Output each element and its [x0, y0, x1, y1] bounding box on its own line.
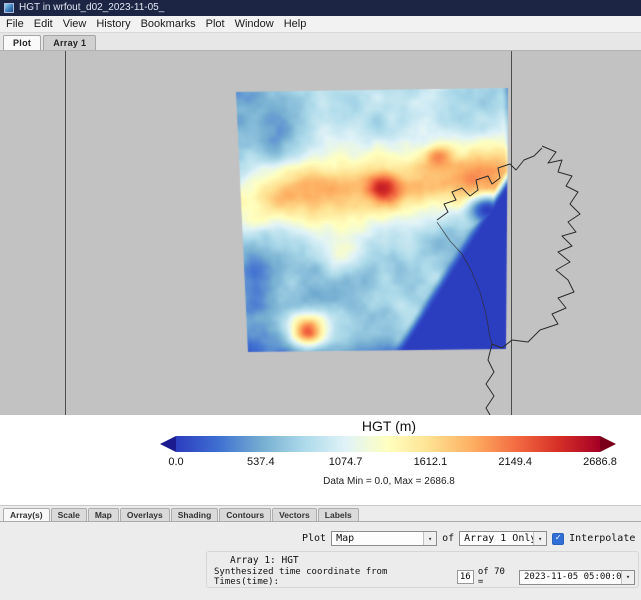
- menu-file[interactable]: File: [1, 18, 29, 30]
- check-icon: ✓: [555, 534, 560, 543]
- interpolate-checkbox[interactable]: ✓: [552, 533, 564, 545]
- menu-plot[interactable]: Plot: [201, 18, 230, 30]
- panel-tab-contours[interactable]: Contours: [219, 508, 271, 521]
- dropdown-arrow-icon: ▾: [423, 532, 436, 545]
- time-value: 2023-11-05 05:00:00: [520, 571, 621, 584]
- array-info: Array 1: HGT: [210, 554, 635, 567]
- panel-tab-label: Overlays: [127, 510, 163, 520]
- menu-history[interactable]: History: [91, 18, 135, 30]
- data-range-note: Data Min = 0.0, Max = 2686.8: [160, 476, 618, 487]
- tab-array-1-label: Array 1: [53, 38, 86, 48]
- colorbar-gradient: [176, 436, 600, 452]
- colorbar-left-arrow: [160, 436, 176, 452]
- of-label: of: [442, 533, 454, 544]
- panel-tab-labels[interactable]: Labels: [318, 508, 359, 521]
- time-index-input[interactable]: [457, 570, 474, 584]
- tab-array-1[interactable]: Array 1: [43, 35, 96, 50]
- colorbar-right-arrow: [600, 436, 616, 452]
- colorbar-tick: 2149.4: [498, 456, 532, 468]
- colorbar-tick: 0.0: [168, 456, 183, 468]
- colorbar-ticks: 0.0 537.4 1074.7 1612.1 2149.4 2686.8: [176, 456, 600, 469]
- app-window: HGT in wrfout_d02_2023-11-05_ File Edit …: [0, 0, 641, 600]
- coastline-path-inmap: [437, 222, 492, 344]
- panel-tab-bar: Array(s) Scale Map Overlays Shading Cont…: [0, 506, 641, 522]
- plot-area[interactable]: [0, 51, 641, 415]
- window-title: HGT in wrfout_d02_2023-11-05_: [19, 0, 164, 16]
- coastline-path-outer: [486, 146, 580, 415]
- panel-tab-overlays[interactable]: Overlays: [120, 508, 170, 521]
- menu-bar: File Edit View History Bookmarks Plot Wi…: [0, 16, 641, 33]
- controls-panel: Array(s) Scale Map Overlays Shading Cont…: [0, 505, 641, 600]
- time-row: Synthesized time coordinate from Times(t…: [210, 569, 635, 585]
- plot-options-row: Plot Map ▾ of Array 1 Only ▾ ✓ Interpola…: [302, 531, 635, 546]
- panel-tab-scale[interactable]: Scale: [51, 508, 87, 521]
- array-mode-value: Array 1 Only: [460, 532, 533, 545]
- array-info-group: Array 1: HGT Synthesized time coordinate…: [206, 551, 639, 588]
- tab-plot[interactable]: Plot: [3, 35, 41, 50]
- title-bar[interactable]: HGT in wrfout_d02_2023-11-05_: [0, 0, 641, 16]
- panel-tab-label: Vectors: [279, 510, 310, 520]
- plot-type-value: Map: [332, 532, 423, 545]
- menu-view[interactable]: View: [58, 18, 92, 30]
- panel-tab-label: Labels: [325, 510, 352, 520]
- time-value-select[interactable]: 2023-11-05 05:00:00 ▾: [519, 570, 635, 585]
- panel-tab-vectors[interactable]: Vectors: [272, 508, 317, 521]
- panel-tab-label: Map: [95, 510, 112, 520]
- panel-tab-label: Contours: [226, 510, 264, 520]
- coastline-path-north: [437, 148, 542, 220]
- panel-tab-arrays[interactable]: Array(s): [3, 508, 50, 521]
- menu-window[interactable]: Window: [230, 18, 279, 30]
- colorbar: [160, 436, 616, 452]
- panel-tab-shading[interactable]: Shading: [171, 508, 219, 521]
- colorbar-tick: 537.4: [247, 456, 275, 468]
- menu-help[interactable]: Help: [279, 18, 312, 30]
- interpolate-label: Interpolate: [569, 533, 635, 544]
- dropdown-arrow-icon: ▾: [533, 532, 546, 545]
- colorbar-title: HGT (m): [160, 418, 618, 434]
- tab-plot-label: Plot: [13, 38, 31, 48]
- time-label: Synthesized time coordinate from Times(t…: [214, 567, 453, 587]
- panel-tab-label: Shading: [178, 510, 212, 520]
- view-tab-bar: Plot Array 1: [0, 33, 641, 51]
- colorbar-tick: 2686.8: [583, 456, 617, 468]
- plot-label: Plot: [302, 533, 326, 544]
- plot-type-select[interactable]: Map ▾: [331, 531, 437, 546]
- menu-edit[interactable]: Edit: [29, 18, 58, 30]
- app-icon: [4, 3, 14, 13]
- panel-tab-label: Array(s): [10, 510, 43, 520]
- panel-tab-map[interactable]: Map: [88, 508, 119, 521]
- coastline-overlay: [0, 51, 641, 415]
- time-of-label: of 70 =: [478, 567, 515, 587]
- colorbar-tick: 1074.7: [329, 456, 363, 468]
- dropdown-arrow-icon: ▾: [621, 571, 634, 584]
- menu-bookmarks[interactable]: Bookmarks: [136, 18, 201, 30]
- legend-section: HGT (m) 0.0 537.4 1074.7 1612.1 2149.4 2…: [0, 415, 641, 505]
- colorbar-tick: 1612.1: [414, 456, 448, 468]
- panel-tab-label: Scale: [58, 510, 80, 520]
- array-mode-select[interactable]: Array 1 Only ▾: [459, 531, 547, 546]
